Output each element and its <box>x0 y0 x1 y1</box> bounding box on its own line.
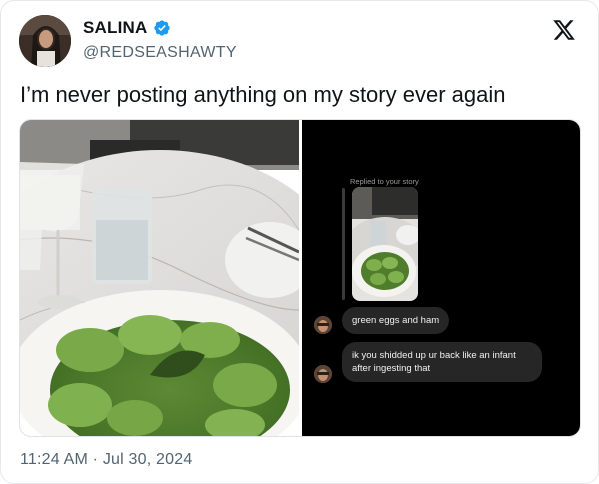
sender-avatar[interactable] <box>314 365 332 383</box>
tweet-timestamp[interactable]: 11:24 AM · Jul 30, 2024 <box>20 451 192 469</box>
author-handle[interactable]: @REDSEASHAWTY <box>83 44 237 62</box>
sender-avatar[interactable] <box>314 316 332 334</box>
replied-label: Replied to your story <box>350 177 419 186</box>
x-logo-icon[interactable] <box>552 18 576 42</box>
verified-badge-icon <box>153 19 171 37</box>
author-name[interactable]: SALINA <box>83 18 147 38</box>
message-bubble: ik you shidded up ur back like an infant… <box>342 342 542 382</box>
message-text: green eggs and ham <box>352 315 440 326</box>
story-thumbnail[interactable] <box>352 187 418 301</box>
avatar[interactable] <box>19 15 71 67</box>
media-grid[interactable]: Replied to your story green eggs and ham… <box>19 119 581 437</box>
food-photo[interactable] <box>20 120 350 436</box>
dm-screenshot[interactable]: Replied to your story green eggs and ham… <box>302 120 580 436</box>
message-text: ik you shidded up ur back like an infant <box>352 350 516 361</box>
story-bar <box>342 188 345 300</box>
tweet-text: I’m never posting anything on my story e… <box>20 82 506 107</box>
message-text: after ingesting that <box>352 363 431 374</box>
tweet-card: SALINA @REDSEASHAWTY I’m never posting a… <box>0 0 599 484</box>
message-bubble: green eggs and ham <box>342 307 450 334</box>
